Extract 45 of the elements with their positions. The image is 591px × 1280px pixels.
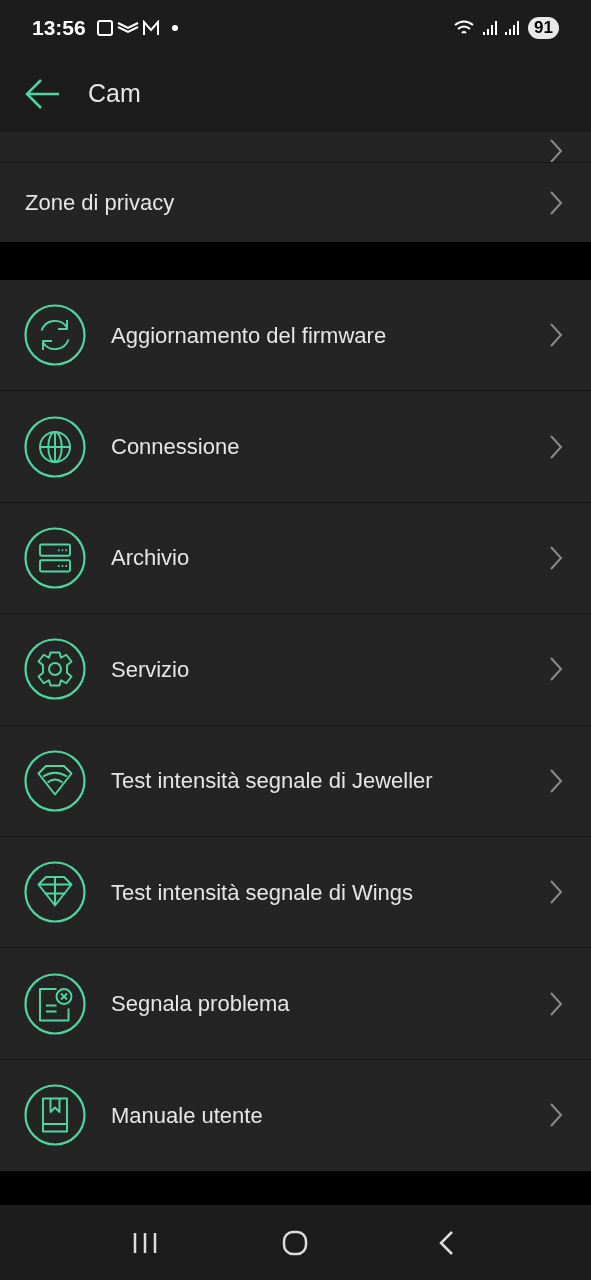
mail-icon — [141, 20, 160, 36]
chevron-icon — [549, 879, 563, 906]
row-label: Segnala problema — [111, 990, 291, 1019]
recent-apps-icon — [132, 1231, 159, 1254]
chevron-icon — [549, 990, 563, 1017]
menu-row[interactable]: Connessione — [0, 391, 591, 503]
screenshot-icon — [95, 19, 114, 37]
screen-title: Cam — [88, 78, 141, 110]
globe-icon — [24, 415, 86, 478]
home-icon — [282, 1229, 309, 1256]
menu-row[interactable]: Servizio — [0, 614, 591, 726]
sync-icon — [24, 304, 86, 367]
chevron-icon — [549, 656, 563, 683]
chevron-icon — [549, 544, 563, 571]
chevron-icon — [549, 138, 563, 162]
row-label: Archivio — [111, 544, 191, 573]
server-icon — [24, 526, 86, 589]
row-label: Manuale utente — [111, 1101, 264, 1130]
menu-row[interactable]: Archivio — [0, 502, 591, 615]
clock: 13:56 — [32, 15, 86, 42]
menu-row[interactable]: Segnala problema — [0, 948, 591, 1060]
chevron-icon — [549, 1102, 563, 1129]
chevron-icon — [549, 767, 563, 794]
back-icon — [437, 1229, 454, 1256]
row-label: Servizio — [111, 655, 191, 684]
row-label: Aggiornamento del firmware — [111, 321, 388, 350]
chevrons-icon — [116, 21, 139, 35]
book-icon — [24, 1084, 86, 1147]
gear-icon — [24, 638, 86, 701]
menu-row[interactable]: Test intensità segnale di Wings — [0, 836, 591, 949]
menu-row[interactable]: Zone di privacy — [0, 163, 591, 242]
report-icon — [24, 972, 86, 1035]
back-arrow-icon — [25, 78, 61, 110]
row-label: Test intensità segnale di Wings — [111, 878, 415, 907]
battery-indicator: 91 — [528, 17, 559, 39]
dot-icon — [171, 25, 178, 31]
menu-row[interactable]: Aggiornamento del firmware — [0, 280, 591, 392]
row-label: Connessione — [111, 433, 241, 462]
chevron-icon — [549, 322, 563, 349]
chevron-icon — [549, 433, 563, 460]
menu-row[interactable]: Test intensità segnale di Jeweller — [0, 725, 591, 837]
chevron-icon — [549, 189, 563, 216]
menu-row[interactable]: Manuale utente — [0, 1059, 591, 1172]
row-label: Zone di privacy — [25, 189, 176, 217]
row-label: Test intensità segnale di Jeweller — [111, 767, 434, 796]
